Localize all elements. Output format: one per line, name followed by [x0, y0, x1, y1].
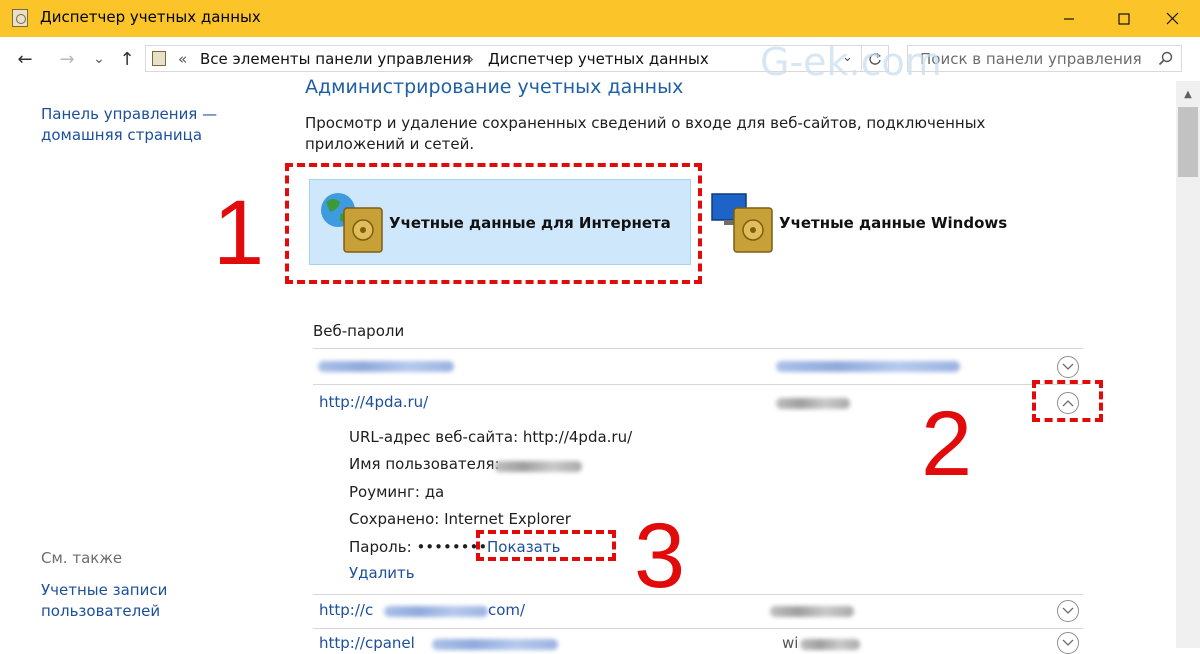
minimize-button[interactable] [1041, 0, 1096, 37]
windows-credentials-tile[interactable]: Учетные данные Windows [779, 214, 1007, 232]
detail-url-row: URL-адрес веб-сайта: http://4pda.ru/ [349, 428, 632, 446]
annotation-box-2 [1032, 380, 1103, 422]
detail-saved-value: Internet Explorer [444, 510, 571, 528]
detail-saved-row: Сохранено: Internet Explorer [349, 510, 571, 528]
expand-button[interactable] [1057, 632, 1079, 654]
entry-url-prefix[interactable]: http://cpanel [319, 634, 415, 652]
scrollbar-thumb[interactable] [1178, 107, 1198, 177]
detail-roaming-row: Роуминг: да [349, 483, 444, 501]
scroll-up-arrow[interactable]: ▲ [1176, 84, 1200, 104]
expand-button[interactable] [1057, 600, 1079, 622]
chevron-down-icon [1062, 607, 1074, 614]
user-accounts-line2[interactable]: пользователей [41, 601, 167, 622]
minimize-icon [1063, 17, 1074, 20]
search-icon[interactable] [1158, 51, 1173, 66]
breadcrumb-control-panel[interactable]: Все элементы панели управления [200, 50, 471, 68]
entry-url-suffix[interactable]: com/ [488, 601, 525, 619]
chevron-down-icon [1062, 639, 1074, 646]
entry-user-redacted [776, 361, 960, 372]
title-bar: Диспетчер учетных данных [0, 0, 1200, 37]
search-placeholder[interactable]: Поиск в панели управления [920, 50, 1142, 68]
delete-credential-link[interactable]: Удалить [349, 564, 415, 582]
window-title: Диспетчер учетных данных [40, 8, 261, 26]
divider [313, 628, 1083, 629]
control-panel-home-line2[interactable]: домашняя страница [41, 125, 217, 146]
annotation-box-3 [476, 530, 616, 561]
detail-password-row: Пароль: •••••••• [349, 538, 487, 556]
entry-user-redacted [776, 398, 850, 409]
chevron-down-icon [1062, 363, 1074, 370]
up-button[interactable]: ↑ [116, 46, 138, 72]
watermark: G-ek.com [760, 40, 942, 84]
control-panel-home-line1[interactable]: Панель управления — [41, 104, 217, 125]
annotation-number-1: 1 [213, 182, 265, 284]
page-description: Просмотр и удаление сохраненных сведений… [305, 114, 986, 153]
entry-user-redacted [770, 606, 854, 617]
search-box[interactable]: Поиск в панели управления [907, 45, 1182, 72]
detail-password-label: Пароль: [349, 538, 412, 556]
breadcrumb-overflow[interactable]: « [178, 50, 187, 68]
web-passwords-heading: Веб-пароли [313, 322, 405, 340]
entry-url-redacted [318, 361, 454, 372]
breadcrumb-separator[interactable]: › [468, 50, 474, 68]
credential-manager-icon [12, 9, 28, 27]
close-button[interactable] [1145, 0, 1200, 37]
recent-locations-button[interactable]: ⌄ [88, 46, 110, 72]
address-bar[interactable]: « Все элементы панели управления › Диспе… [145, 45, 862, 72]
windows-credentials-icon [711, 193, 773, 253]
expand-button[interactable] [1057, 356, 1079, 378]
control-panel-home-link[interactable]: Панель управления — домашняя страница [41, 104, 217, 146]
detail-url-label: URL-адрес веб-сайта: [349, 428, 519, 446]
user-accounts-link[interactable]: Учетные записи пользователей [41, 580, 167, 622]
location-icon [152, 51, 166, 66]
annotation-box-1 [285, 163, 702, 284]
see-also-heading: См. также [41, 549, 123, 567]
detail-roaming-value: да [424, 483, 445, 501]
annotation-number-2: 2 [921, 393, 973, 495]
entry-user-redacted [800, 639, 860, 650]
maximize-icon [1117, 12, 1130, 25]
divider [313, 384, 1083, 385]
user-accounts-line1[interactable]: Учетные записи [41, 580, 167, 601]
entry-url[interactable]: http://4pda.ru/ [319, 393, 428, 411]
back-button[interactable]: ← [14, 46, 36, 72]
detail-username-label: Имя пользователя: [349, 455, 500, 473]
maximize-button[interactable] [1096, 0, 1151, 37]
page-heading: Администрирование учетных данных [305, 76, 684, 98]
close-icon [1166, 12, 1179, 25]
detail-url-value: http://4pda.ru/ [522, 428, 633, 446]
detail-roaming-label: Роуминг: [349, 483, 420, 501]
entry-user-prefix: wi [782, 634, 799, 652]
detail-username-redacted [494, 461, 582, 472]
divider [313, 594, 1083, 595]
detail-saved-label: Сохранено: [349, 510, 440, 528]
entry-url-redacted [384, 606, 488, 617]
forward-button[interactable]: → [56, 46, 78, 72]
entry-url-redacted [432, 639, 558, 650]
entry-url-prefix[interactable]: http://c [319, 601, 373, 619]
breadcrumb-credential-manager[interactable]: Диспетчер учетных данных [488, 50, 709, 68]
annotation-number-3: 3 [634, 505, 686, 607]
